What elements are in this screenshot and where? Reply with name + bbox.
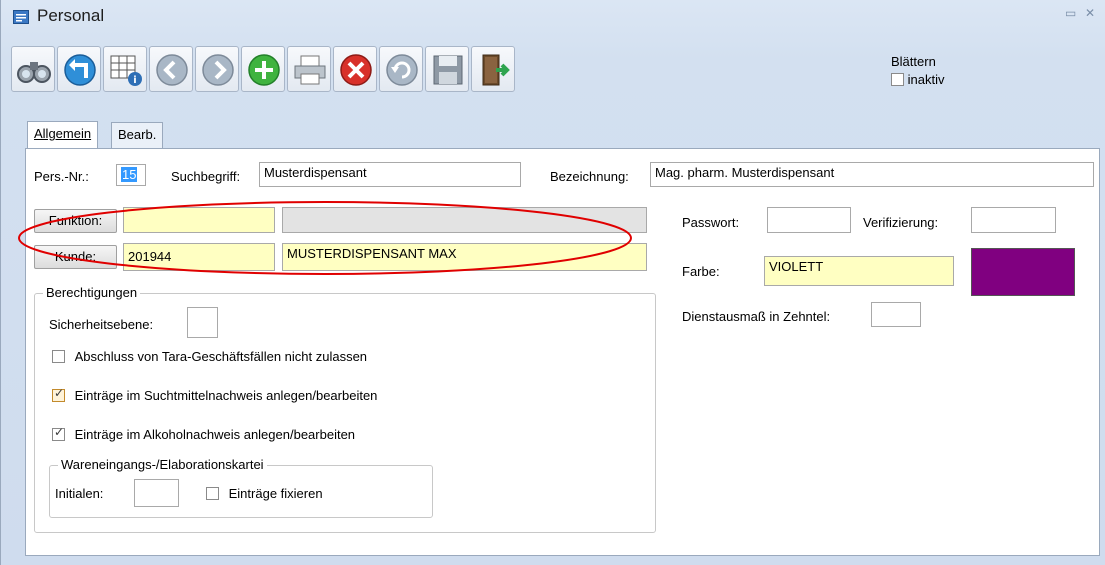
undo-icon: [386, 54, 418, 86]
farbe-label: Farbe:: [682, 264, 720, 279]
kunde-name-field: MUSTERDISPENSANT MAX: [282, 243, 647, 271]
svg-text:i: i: [133, 75, 136, 86]
cancel-button[interactable]: [333, 46, 377, 92]
option-alkohol-label: Einträge im Alkoholnachweis anlegen/bear…: [74, 427, 356, 442]
verifizierung-field[interactable]: [971, 207, 1056, 233]
option-suchtmittel-label: Einträge im Suchtmittelnachweis anlegen/…: [74, 388, 378, 403]
verifizierung-label: Verifizierung:: [863, 215, 939, 230]
funktion-name-field: [282, 207, 647, 233]
sicherheitsebene-label: Sicherheitsebene:: [49, 317, 154, 332]
funktion-code-field[interactable]: [123, 207, 275, 233]
option-alkohol-checkbox[interactable]: [52, 425, 65, 441]
grid-info-button[interactable]: i: [103, 46, 147, 92]
window-title: Personal: [37, 6, 105, 25]
suchbegriff-label: Suchbegriff:: [171, 169, 241, 184]
exit-button[interactable]: [471, 46, 515, 92]
tab-allgemein[interactable]: Allgemein: [27, 121, 99, 149]
bezeichnung-field[interactable]: Mag. pharm. Musterdispensant: [650, 162, 1094, 187]
tab-allgemein-label: Allgemein: [34, 126, 92, 141]
farbe-field[interactable]: VIOLETT: [764, 256, 954, 286]
add-button[interactable]: [241, 46, 285, 92]
inaktiv-checkbox[interactable]: [891, 73, 904, 86]
floppy-disk-icon: [433, 55, 463, 85]
initialen-label: Initialen:: [55, 486, 104, 501]
kartei-title: Wareneingangs-/Elaborationskartei: [58, 457, 267, 472]
kunde-button[interactable]: Kunde:: [34, 245, 117, 269]
previous-button[interactable]: [149, 46, 193, 92]
option-suchtmittel[interactable]: Einträge im Suchtmittelnachweis anlegen/…: [52, 386, 378, 403]
table-info-icon: i: [110, 55, 142, 86]
undo-button[interactable]: [379, 46, 423, 92]
initialen-field[interactable]: [134, 479, 179, 507]
option-tara-checkbox[interactable]: [52, 350, 65, 363]
tab-bearb[interactable]: Bearb.: [111, 122, 164, 148]
bezeichnung-label: Bezeichnung:: [550, 169, 629, 184]
return-arrow-icon: [64, 54, 96, 86]
kunde-button-label: Kunde:: [54, 249, 97, 264]
sicherheitsebene-field[interactable]: [187, 307, 218, 338]
back-button[interactable]: [57, 46, 101, 92]
arrow-left-icon: [156, 54, 188, 86]
printer-icon: [294, 55, 326, 85]
pers-nr-label: Pers.-Nr.:: [34, 169, 89, 184]
close-icon[interactable]: ✕: [1085, 6, 1095, 20]
option-tara-label: Abschluss von Tara-Geschäftsfällen nicht…: [74, 349, 368, 364]
dienstausmass-label: Dienstausmaß in Zehntel:: [682, 309, 831, 324]
fixieren-option[interactable]: Einträge fixieren: [206, 486, 323, 501]
dienstausmass-field[interactable]: [871, 302, 921, 327]
blaettern-group: Blättern inaktiv: [891, 54, 944, 87]
option-suchtmittel-checkbox[interactable]: [52, 386, 65, 402]
print-button[interactable]: [287, 46, 331, 92]
kunde-code-field[interactable]: 201944: [123, 243, 275, 271]
funktion-button[interactable]: Funktion:: [34, 209, 117, 233]
funktion-button-label: Funktion:: [48, 213, 103, 228]
option-alkohol[interactable]: Einträge im Alkoholnachweis anlegen/bear…: [52, 425, 356, 442]
personal-window: Personal ▭ ✕ i Blättern inaktiv Allgemei…: [0, 0, 1105, 565]
exit-door-icon: [482, 54, 510, 86]
fixieren-checkbox[interactable]: [206, 487, 219, 500]
passwort-field[interactable]: [767, 207, 851, 233]
title-bar: Personal ▭ ✕: [1, 0, 1105, 32]
plus-icon: [248, 54, 280, 86]
search-button[interactable]: [11, 46, 55, 92]
save-button[interactable]: [425, 46, 469, 92]
passwort-label: Passwort:: [682, 215, 740, 230]
farbe-color-swatch[interactable]: [971, 248, 1075, 296]
minimize-icon[interactable]: ▭: [1065, 6, 1076, 20]
blaettern-label: Blättern: [891, 54, 936, 69]
next-button[interactable]: [195, 46, 239, 92]
binoculars-icon: [17, 62, 51, 83]
berechtigungen-title: Berechtigungen: [43, 285, 141, 300]
red-x-icon: [340, 54, 372, 86]
fixieren-label: Einträge fixieren: [228, 486, 323, 501]
pers-nr-value: 15: [121, 167, 138, 182]
tab-bearb-label: Bearb.: [118, 127, 157, 142]
pers-nr-field[interactable]: 15: [116, 164, 146, 186]
suchbegriff-field[interactable]: Musterdispensant: [259, 162, 521, 187]
inaktiv-label: inaktiv: [907, 72, 945, 87]
window-form-icon: [13, 10, 29, 24]
option-tara[interactable]: Abschluss von Tara-Geschäftsfällen nicht…: [52, 349, 367, 364]
arrow-right-icon: [202, 54, 234, 86]
